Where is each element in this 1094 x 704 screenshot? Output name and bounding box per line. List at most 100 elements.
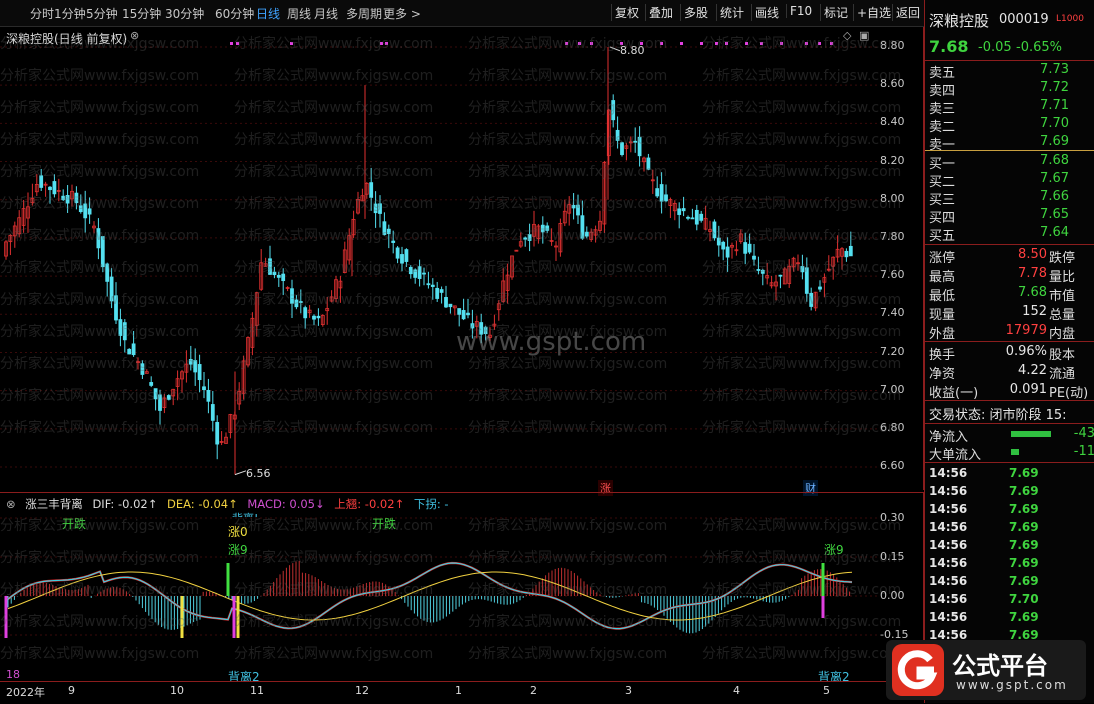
- signal-dot: [680, 42, 683, 45]
- toolbar-button[interactable]: 叠加: [645, 4, 676, 21]
- order-book-row[interactable]: 买四 7.65: [929, 207, 1091, 226]
- candle-body: [391, 240, 396, 243]
- y-tick-label: 7.00: [880, 382, 905, 396]
- order-book-row[interactable]: 买二 7.67: [929, 171, 1091, 190]
- toolbar-button[interactable]: 复权: [611, 4, 642, 21]
- signal-dot: [290, 42, 293, 45]
- toolbar-button[interactable]: F10: [786, 4, 815, 18]
- order-level-label: 买一: [929, 157, 956, 172]
- candle-body: [848, 245, 853, 257]
- signal-dot: [236, 42, 239, 45]
- diamond-icon[interactable]: ◇: [843, 29, 851, 42]
- candle-body: [268, 258, 272, 275]
- toolbar-button[interactable]: 统计: [716, 4, 747, 21]
- period-tab[interactable]: 日线: [256, 5, 280, 22]
- low-pointer: [234, 470, 247, 476]
- toolbar-button[interactable]: +自选: [853, 4, 894, 21]
- stat-value: 152: [1022, 304, 1047, 319]
- tick-row[interactable]: 14:56 7.69: [929, 502, 1094, 520]
- quote-panel: 深粮控股 000019 L1000 7.68 -0.05 -0.65% 卖五 7.…: [924, 0, 1094, 703]
- candle-body: [659, 184, 664, 202]
- order-level-label: 卖三: [929, 102, 956, 117]
- tick-price: 7.69: [1009, 466, 1039, 480]
- candle-body: [743, 242, 748, 254]
- y-tick-label: 6.60: [880, 459, 905, 473]
- window-icon[interactable]: ▣: [859, 29, 869, 42]
- down-value: 下拐: -: [413, 497, 449, 511]
- kline-chart[interactable]: 深粮控股(日线 前复权) ⊗ ◇ ▣ www.gspt.com 涨 财 8.80…: [0, 27, 924, 496]
- stat-value: 17979: [1005, 323, 1047, 338]
- period-tab[interactable]: 周线: [287, 5, 311, 22]
- period-tab[interactable]: 5分钟: [86, 5, 118, 22]
- period-tab[interactable]: 1分钟: [54, 5, 86, 22]
- x-axis-label: 10: [170, 684, 184, 697]
- stat-row: 换手 0.96% 股本: [929, 344, 1091, 363]
- order-book-row[interactable]: 卖二 7.70: [929, 116, 1091, 135]
- candle-body: [400, 254, 404, 264]
- stock-name: 深粮控股: [929, 12, 990, 30]
- candle-body: [699, 213, 704, 221]
- candle-body: [690, 217, 695, 220]
- stat-tail-label: 流通: [1049, 367, 1076, 382]
- candle-body: [580, 215, 585, 239]
- candle-body: [83, 203, 88, 219]
- order-price: 7.67: [1040, 171, 1069, 186]
- period-tab[interactable]: 60分钟: [215, 5, 254, 22]
- order-book-row[interactable]: 买三 7.66: [929, 189, 1091, 208]
- candle-body: [466, 312, 470, 316]
- candle-body: [620, 142, 624, 155]
- order-book-row[interactable]: 卖四 7.72: [929, 80, 1091, 99]
- candle-body: [276, 274, 281, 278]
- stat-label: 外盘: [929, 327, 956, 342]
- toolbar-button[interactable]: 返回: [892, 4, 923, 21]
- toolbar-button[interactable]: 标记: [820, 4, 851, 21]
- signal-dot: [805, 42, 808, 45]
- tick-row[interactable]: 14:56 7.69: [929, 466, 1094, 484]
- period-tab[interactable]: 月线: [314, 5, 338, 22]
- order-book-row[interactable]: 买五 7.64: [929, 225, 1091, 244]
- stat-tail-label: PE(动): [1049, 386, 1089, 401]
- period-tab[interactable]: 多周期: [346, 5, 382, 22]
- tick-row[interactable]: 14:56 7.69: [929, 484, 1094, 502]
- toolbar-button[interactable]: 画线: [751, 4, 782, 21]
- tick-row[interactable]: 14:56 7.69: [929, 520, 1094, 538]
- period-tab[interactable]: 30分钟: [165, 5, 204, 22]
- divider: [925, 244, 1094, 245]
- candle-body: [457, 308, 462, 315]
- settings-icon[interactable]: ⊗: [130, 29, 139, 42]
- signal-dot: [565, 42, 568, 45]
- candle-body: [681, 208, 686, 212]
- indicator-menu-icon[interactable]: ⊗: [6, 497, 16, 511]
- candle-body: [188, 359, 193, 365]
- indicator-panel[interactable]: ⊗ 涨三丰背离 DIF: -0.02↑ DEA: -0.04↑ MACD: 0.…: [0, 492, 924, 681]
- candle-body: [122, 322, 127, 341]
- candle-body: [430, 284, 435, 287]
- candle-body: [127, 348, 132, 355]
- indicator-y-tick: 0.00: [880, 589, 905, 602]
- tick-price: 7.69: [1009, 502, 1039, 516]
- order-book-row[interactable]: 买一 7.68: [929, 153, 1091, 172]
- order-price: 7.65: [1040, 207, 1069, 222]
- tick-row[interactable]: 14:56 7.69: [929, 556, 1094, 574]
- order-level-label: 买三: [929, 193, 956, 208]
- tick-row[interactable]: 14:56 7.69: [929, 610, 1094, 628]
- candle-body: [202, 386, 206, 391]
- candle-body: [369, 182, 374, 198]
- order-book-row[interactable]: 卖五 7.73: [929, 62, 1091, 81]
- candle-body: [298, 301, 303, 303]
- order-book-row[interactable]: 卖三 7.71: [929, 98, 1091, 117]
- candle-body: [611, 100, 616, 121]
- candle-body: [74, 192, 79, 204]
- x-axis-label: 3: [625, 684, 632, 697]
- tick-row[interactable]: 14:56 7.70: [929, 592, 1094, 610]
- toolbar-button[interactable]: 多股: [680, 4, 711, 21]
- flow-value: -11: [1073, 444, 1094, 459]
- zhang9-label-a: 涨9: [228, 543, 248, 557]
- period-tab[interactable]: 分时: [30, 5, 54, 22]
- period-tab[interactable]: 15分钟: [122, 5, 161, 22]
- kaidie-label-2: 开跌: [372, 517, 397, 531]
- candle-body: [637, 136, 642, 157]
- tick-row[interactable]: 14:56 7.69: [929, 574, 1094, 592]
- tick-row[interactable]: 14:56 7.69: [929, 538, 1094, 556]
- period-tab[interactable]: 更多 >: [383, 5, 421, 22]
